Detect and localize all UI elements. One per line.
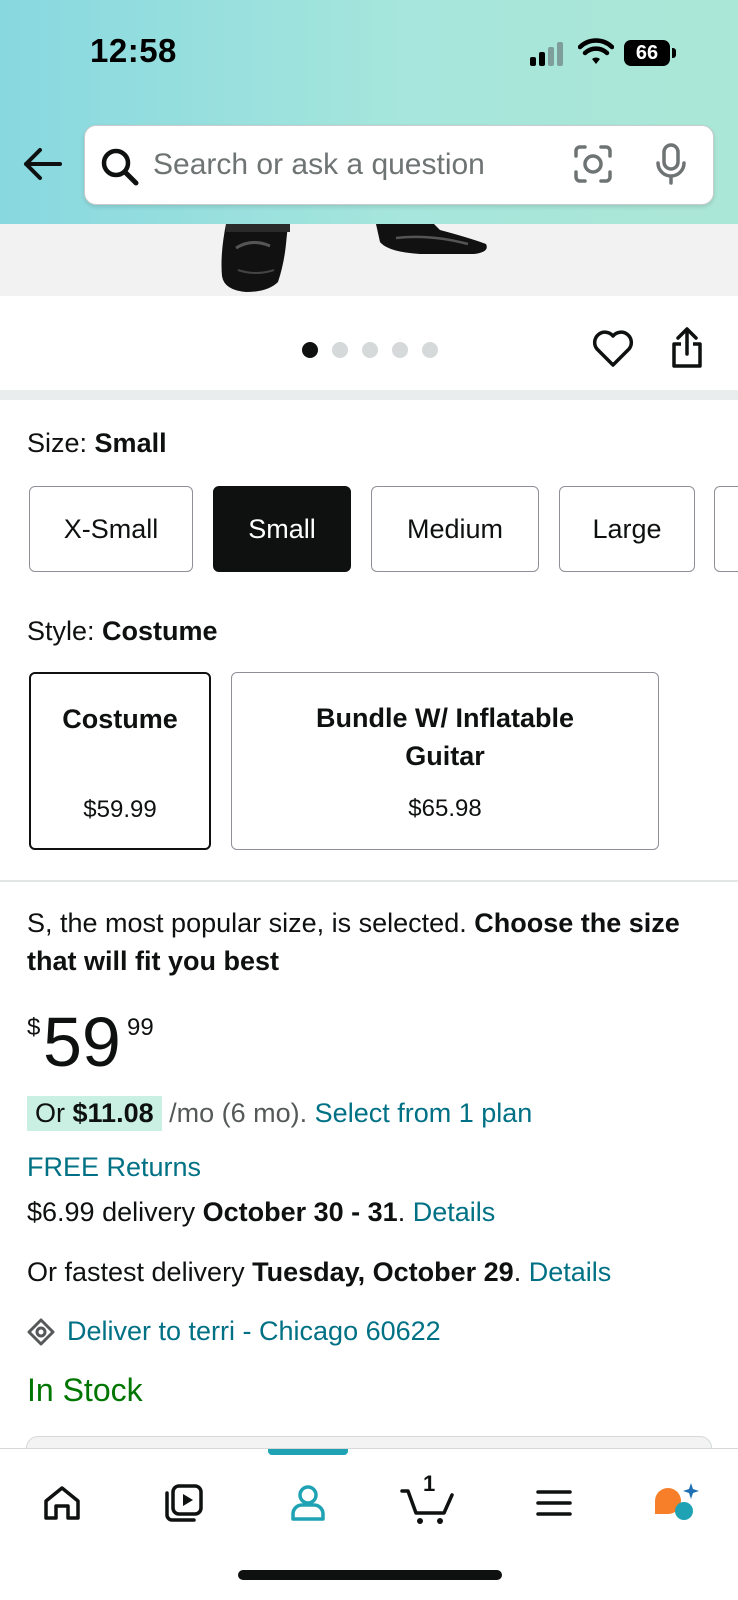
installment-offer: Or $11.08 /mo (6 mo). Select from 1 plan — [27, 1096, 532, 1131]
nav-active-indicator — [268, 1449, 348, 1455]
search-input[interactable] — [153, 140, 533, 190]
style-option-price: $65.98 — [408, 795, 482, 822]
style-option-name: Costume — [62, 704, 178, 734]
delivery-period: . — [397, 1197, 406, 1227]
wifi-icon — [578, 38, 614, 64]
deliver-to-text: Deliver to terri - Chicago 60622 — [67, 1316, 441, 1346]
carousel-dots[interactable] — [302, 342, 438, 358]
select-plan-link[interactable]: Select from 1 plan — [315, 1098, 533, 1128]
battery-nub — [672, 48, 676, 58]
size-selected-value: Small — [94, 428, 167, 458]
cart-count-badge: 1 — [423, 1471, 436, 1496]
header: 12:58 66 — [0, 0, 738, 224]
delivery-details-link[interactable]: Details — [413, 1197, 496, 1227]
fastest-details-link[interactable]: Details — [529, 1257, 612, 1287]
carousel-dot[interactable] — [302, 342, 318, 358]
size-option-medium[interactable]: Medium — [371, 486, 539, 572]
free-returns-link[interactable]: FREE Returns — [27, 1152, 201, 1183]
fastest-delivery-date: Tuesday, October 29 — [252, 1257, 514, 1287]
delivery-cost: $6.99 delivery — [27, 1197, 196, 1227]
menu-icon — [536, 1490, 572, 1516]
status-time: 12:58 — [90, 32, 177, 69]
style-selected-value: Costume — [102, 616, 218, 646]
ai-assistant-icon — [655, 1483, 699, 1520]
installment-prefix: Or — [35, 1098, 65, 1128]
carousel-dot[interactable] — [362, 342, 378, 358]
style-option-bundle[interactable]: Bundle W/ Inflatable Guitar $65.98 — [231, 672, 659, 850]
heart-icon[interactable] — [592, 330, 634, 368]
carousel-dot[interactable] — [422, 342, 438, 358]
carousel-dot[interactable] — [332, 342, 348, 358]
camera-lens-icon[interactable] — [573, 144, 613, 184]
search-bar[interactable] — [84, 125, 714, 205]
style-label-text: Style: — [27, 616, 95, 646]
stock-status: In Stock — [27, 1372, 143, 1408]
size-option-next[interactable] — [714, 486, 738, 572]
deliver-to-link[interactable]: Deliver to terri - Chicago 60622 — [27, 1316, 441, 1347]
size-label-text: Size: — [27, 428, 88, 458]
carousel-dot[interactable] — [392, 342, 408, 358]
nav-cart[interactable]: 1 — [393, 1471, 463, 1533]
user-icon — [291, 1485, 325, 1521]
price-fraction: 99 — [127, 1014, 154, 1041]
style-option-costume[interactable]: Costume $59.99 — [29, 672, 211, 850]
price-currency: $ — [27, 1014, 41, 1041]
delivery-info: $6.99 delivery October 30 - 31. Details — [27, 1197, 495, 1228]
section-divider — [0, 390, 738, 400]
nav-account[interactable] — [273, 1473, 343, 1533]
style-label: Style: Costume — [27, 616, 218, 647]
size-option-large[interactable]: Large — [559, 486, 695, 572]
product-image[interactable] — [0, 224, 738, 296]
installment-highlight: Or $11.08 — [27, 1096, 162, 1131]
share-icon[interactable] — [670, 326, 704, 370]
video-play-icon — [165, 1484, 203, 1522]
divider — [0, 880, 738, 882]
style-option-name: Bundle W/ Inflatable Guitar — [315, 703, 574, 771]
fastest-delivery-info: Or fastest delivery Tuesday, October 29.… — [27, 1257, 611, 1288]
fastest-period: . — [513, 1257, 522, 1287]
installment-amount: $11.08 — [72, 1098, 154, 1128]
home-icon — [44, 1486, 80, 1520]
home-indicator[interactable] — [238, 1570, 502, 1580]
fastest-delivery-prefix: Or fastest delivery — [27, 1257, 245, 1287]
shoes-image — [221, 224, 487, 292]
size-notice: S, the most popular size, is selected. C… — [27, 904, 717, 980]
microphone-icon[interactable] — [655, 142, 687, 186]
cellular-signal-icon — [530, 42, 566, 66]
price-whole: 59 — [43, 1003, 121, 1081]
back-arrow-icon[interactable] — [20, 142, 64, 186]
delivery-dates: October 30 - 31 — [202, 1197, 398, 1227]
style-option-price: $59.99 — [83, 796, 157, 823]
size-option-x-small[interactable]: X-Small — [29, 486, 193, 572]
search-icon — [101, 148, 139, 186]
location-pin-icon — [27, 1318, 55, 1345]
nav-menu[interactable] — [519, 1473, 589, 1533]
battery-indicator: 66 — [624, 40, 670, 66]
size-option-small[interactable]: Small — [213, 486, 351, 572]
nav-rufus-assistant[interactable] — [640, 1473, 710, 1533]
nav-home[interactable] — [27, 1473, 97, 1533]
installment-term: /mo (6 mo). — [169, 1098, 308, 1128]
carousel-controls — [0, 296, 738, 390]
size-label: Size: Small — [27, 428, 167, 459]
nav-video[interactable] — [149, 1473, 219, 1533]
size-notice-regular: S, the most popular size, is selected. — [27, 908, 467, 938]
